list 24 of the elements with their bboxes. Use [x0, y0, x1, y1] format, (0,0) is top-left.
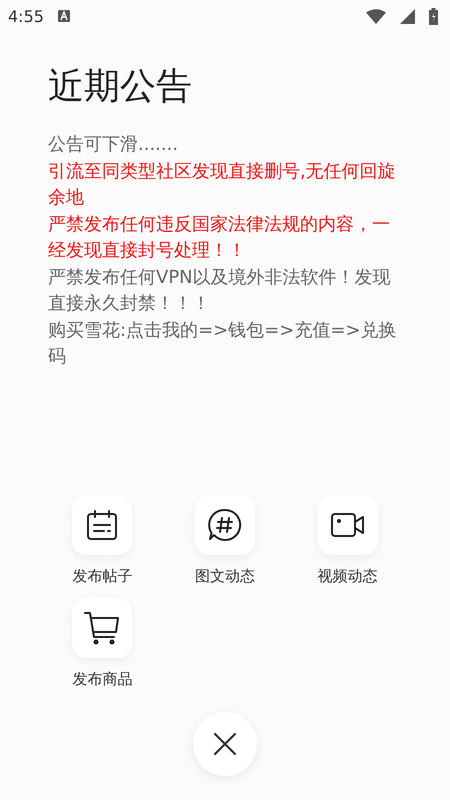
action-button[interactable] — [72, 494, 132, 554]
action-button[interactable] — [72, 598, 132, 658]
notice-text: 严禁发布任何违反国家法律法规的内容，一经发现直接封号处理！！ — [48, 212, 391, 263]
close-icon — [213, 732, 237, 756]
action-label: 图文动态 — [194, 566, 255, 586]
signal-icon — [400, 8, 415, 24]
notice-text: 购买雪花:点击我的=>钱包=>充值=>兑换码 — [48, 318, 398, 369]
notification-icon — [58, 10, 70, 22]
video-camera-icon — [330, 510, 366, 538]
notice-text: 严禁发布任何VPN以及境外非法软件！发现直接永久封禁！！！ — [48, 266, 392, 316]
action-label: 视频动态 — [318, 566, 378, 586]
status-time: 4:55 — [8, 6, 44, 26]
action-button[interactable] — [318, 494, 378, 554]
page-title: 近期公告 — [48, 65, 193, 109]
action-label: 发布帖子 — [72, 566, 132, 586]
shopping-cart-icon — [83, 610, 122, 646]
wifi-icon — [366, 8, 386, 24]
notice-text: 引流至同类型社区发现直接删号,无任何回旋余地 — [48, 160, 397, 210]
action-button[interactable] — [194, 494, 255, 554]
calendar-icon — [85, 508, 120, 542]
action-label: 发布商品 — [72, 670, 132, 688]
notice-text: 公告可下滑....... — [48, 133, 180, 157]
hashtag-chat-icon — [206, 506, 243, 542]
battery-icon — [429, 8, 438, 24]
